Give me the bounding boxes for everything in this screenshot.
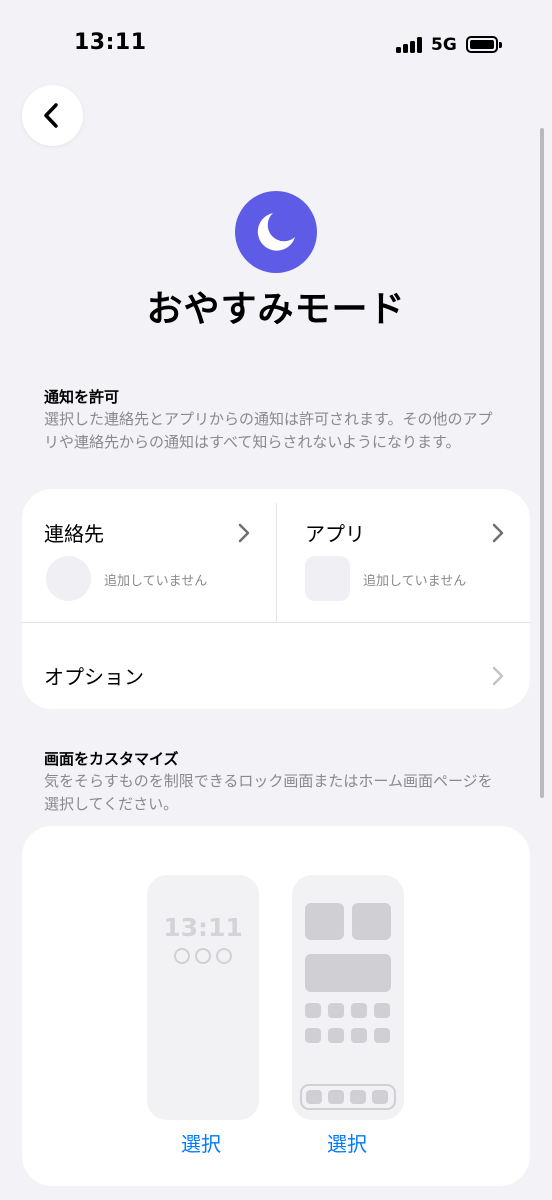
app-icon-placeholder [351,1028,367,1043]
options-row[interactable]: オプション [22,623,530,709]
widget-placeholder [305,954,391,992]
lock-screen-preview[interactable]: 13:11 [147,875,259,1120]
focus-mode-icon [235,191,317,273]
contacts-cell[interactable]: 連絡先 追加していません [22,489,276,622]
cellular-signal-icon [396,37,424,53]
app-icon-placeholder [305,1003,321,1018]
status-time: 13:11 [74,30,147,55]
app-icon-placeholder [328,1028,344,1043]
dock-placeholder [300,1084,396,1110]
apps-empty-text: 追加していません [363,574,467,589]
chevron-right-icon [492,666,504,686]
app-icon-placeholder [328,1003,344,1018]
page-title: おやすみモード [146,289,406,330]
app-icon-placeholder [305,1028,321,1043]
widget-circle-icon [195,948,211,964]
contacts-label: 連絡先 [44,522,104,546]
home-screen-preview[interactable] [292,875,404,1120]
status-bar: 13:11 5G [0,0,552,90]
allow-notifications-card: 連絡先 追加していません アプリ 追加していません オプション [22,489,530,709]
customize-screens-heading: 画面をカスタマイズ [44,750,179,768]
select-lock-screen-button[interactable]: 選択 [181,1128,221,1157]
battery-icon [466,36,502,53]
customize-screens-card: 13:11 選択 選択 [22,826,530,1186]
app-icon-placeholder [351,1003,367,1018]
options-label: オプション [44,665,144,689]
widget-placeholder [305,903,344,940]
network-type: 5G [431,35,457,55]
app-icon-placeholder [305,556,350,601]
widget-circle-icon [174,948,190,964]
chevron-left-icon [44,103,58,128]
customize-screens-description: 気をそらすものを制限できるロック画面またはホーム画面ページを選択してください。 [44,772,493,813]
widget-circle-icon [216,948,232,964]
chevron-right-icon [238,523,250,543]
widget-placeholder [352,903,391,940]
app-icon-placeholder [350,1090,366,1104]
apps-cell[interactable]: アプリ 追加していません [277,489,530,622]
contact-avatar-placeholder [46,556,91,601]
chevron-right-icon [492,523,504,543]
app-icon-placeholder [306,1090,322,1104]
allow-notifications-description: 選択した連絡先とアプリからの通知は許可されます。その他のアプリや連絡先からの通知… [44,410,493,451]
select-home-screen-button[interactable]: 選択 [327,1128,367,1157]
app-icon-placeholder [374,1003,390,1018]
app-icon-placeholder [372,1090,388,1104]
apps-label: アプリ [305,522,365,546]
contacts-empty-text: 追加していません [104,574,208,589]
app-icon-placeholder [328,1090,344,1104]
app-icon-placeholder [374,1028,390,1043]
lock-screen-time: 13:11 [163,913,243,942]
back-button[interactable] [22,85,83,146]
scroll-indicator[interactable] [540,128,544,798]
moon-icon [257,213,295,251]
allow-notifications-heading: 通知を許可 [44,388,120,406]
